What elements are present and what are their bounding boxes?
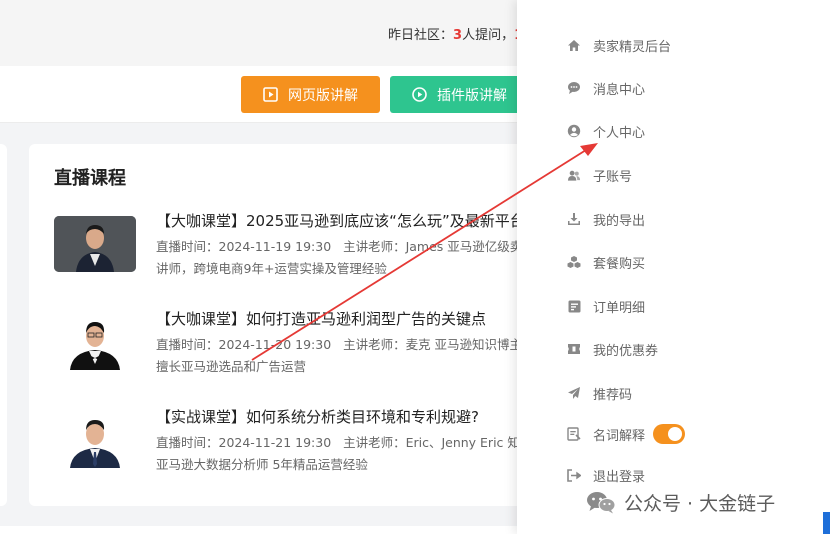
menu-item-label: 个人中心 — [593, 125, 646, 141]
corner-blue-edge — [823, 512, 830, 534]
ticket-icon — [567, 342, 581, 356]
teacher-avatar — [54, 314, 136, 370]
question-label: 人提问， — [462, 28, 515, 43]
course-item[interactable]: 【实战课堂】如何系统分析类目环境和专利规避? 直播时间：2024-11-21 1… — [54, 408, 576, 492]
menu-item-label: 退出登录 — [593, 469, 646, 485]
teacher-avatar — [54, 216, 136, 272]
menu-item-glossary[interactable]: 名词解释 — [567, 422, 807, 446]
course-time: 直播时间：2024-11-20 19:30 — [156, 337, 332, 352]
glossary-icon — [567, 427, 581, 441]
course-meta: 直播时间：2024-11-21 19:30 主讲老师：Eric、Jenny Er… — [156, 432, 576, 476]
menu-item-order-details[interactable]: 订单明细 — [567, 294, 807, 318]
course-teacher: 主讲老师：麦克 亚马逊知识博主 — [343, 337, 523, 352]
home-icon — [567, 38, 581, 52]
web-tutorial-button[interactable]: 网页版讲解 — [241, 76, 380, 113]
menu-item-plan-purchase[interactable]: 套餐购买 — [567, 250, 807, 274]
course-meta: 直播时间：2024-11-20 19:30 主讲老师：麦克 亚马逊知识博主 擅长… — [156, 334, 576, 378]
menu-item-seller-backend[interactable]: 卖家精灵后台 — [567, 33, 807, 57]
left-card-edge — [0, 144, 7, 506]
course-teacher-intro: 讲师，跨境电商9年+运营实操及管理经验 — [156, 261, 387, 276]
menu-item-logout[interactable]: 退出登录 — [567, 463, 807, 487]
course-title[interactable]: 【实战课堂】如何系统分析类目环境和专利规避? — [156, 406, 479, 427]
menu-item-my-coupons[interactable]: 我的优惠券 — [567, 337, 807, 361]
menu-item-message-center[interactable]: 消息中心 — [567, 76, 807, 100]
menu-item-sub-accounts[interactable]: 子账号 — [567, 163, 807, 187]
question-count: 3 — [453, 28, 463, 43]
menu-item-label: 我的优惠券 — [593, 343, 659, 359]
logout-icon — [567, 468, 581, 482]
wechat-logo-icon — [587, 492, 616, 514]
menu-item-label: 名词解释 — [593, 428, 646, 444]
teacher-avatar — [54, 412, 136, 468]
download-icon — [567, 212, 581, 226]
community-stats: 昨日社区：3人提问，1 — [388, 24, 523, 43]
menu-item-my-exports[interactable]: 我的导出 — [567, 207, 807, 231]
live-courses-card: 直播课程 【大咖课堂】2025亚马逊到底应该“怎么玩”及最新平台 直播时间：20… — [29, 144, 569, 506]
course-teacher-intro: 亚马逊大数据分析师 5年精品运营经验 — [156, 457, 368, 472]
stats-prefix: 昨日社区： — [388, 28, 454, 43]
course-title[interactable]: 【大咖课堂】如何打造亚马逊利润型广告的关键点 — [156, 308, 486, 329]
course-teacher-intro: 擅长亚马逊选品和广告运营 — [156, 359, 307, 374]
course-time: 直播时间：2024-11-21 19:30 — [156, 435, 332, 450]
glossary-toggle[interactable] — [653, 424, 686, 444]
user-circle-icon — [567, 124, 581, 138]
plugin-tutorial-button[interactable]: 插件版讲解 — [390, 76, 530, 113]
menu-item-label: 推荐码 — [593, 387, 633, 403]
order-icon — [567, 299, 581, 313]
play-square-icon — [263, 87, 278, 102]
course-title[interactable]: 【大咖课堂】2025亚马逊到底应该“怎么玩”及最新平台 — [156, 210, 525, 231]
menu-item-label: 订单明细 — [593, 300, 646, 316]
plugin-tutorial-label: 插件版讲解 — [437, 87, 507, 104]
menu-item-label: 我的导出 — [593, 213, 646, 229]
play-circle-icon — [412, 87, 427, 102]
course-meta: 直播时间：2024-11-19 19:30 主讲老师：James 亚马逊亿级卖 … — [156, 236, 576, 280]
cubes-icon — [567, 255, 581, 269]
course-teacher: 主讲老师：James 亚马逊亿级卖 — [343, 239, 523, 254]
watermark-text: 公众号 · 大金链子 — [624, 492, 776, 515]
menu-item-label: 卖家精灵后台 — [593, 39, 672, 55]
live-courses-title: 直播课程 — [54, 168, 126, 189]
chat-icon — [567, 81, 581, 95]
course-item[interactable]: 【大咖课堂】2025亚马逊到底应该“怎么玩”及最新平台 直播时间：2024-11… — [54, 212, 576, 296]
users-icon — [567, 168, 581, 182]
course-teacher: 主讲老师：Eric、Jenny Eric 知 — [343, 435, 520, 450]
menu-item-personal-center[interactable]: 个人中心 — [567, 119, 807, 143]
wechat-watermark: 公众号 · 大金链子 — [586, 488, 775, 516]
web-tutorial-label: 网页版讲解 — [288, 87, 358, 104]
course-time: 直播时间：2024-11-19 19:30 — [156, 239, 332, 254]
user-menu-panel: 卖家精灵后台 消息中心 个人中心 子账号 我的导出 套餐购买 订单明细 我的优惠… — [517, 0, 830, 534]
paper-plane-icon — [567, 386, 581, 400]
menu-item-label: 套餐购买 — [593, 256, 646, 272]
course-item[interactable]: 【大咖课堂】如何打造亚马逊利润型广告的关键点 直播时间：2024-11-20 1… — [54, 310, 576, 394]
menu-item-referral-code[interactable]: 推荐码 — [567, 381, 807, 405]
menu-item-label: 子账号 — [593, 169, 633, 185]
menu-item-label: 消息中心 — [593, 82, 646, 98]
